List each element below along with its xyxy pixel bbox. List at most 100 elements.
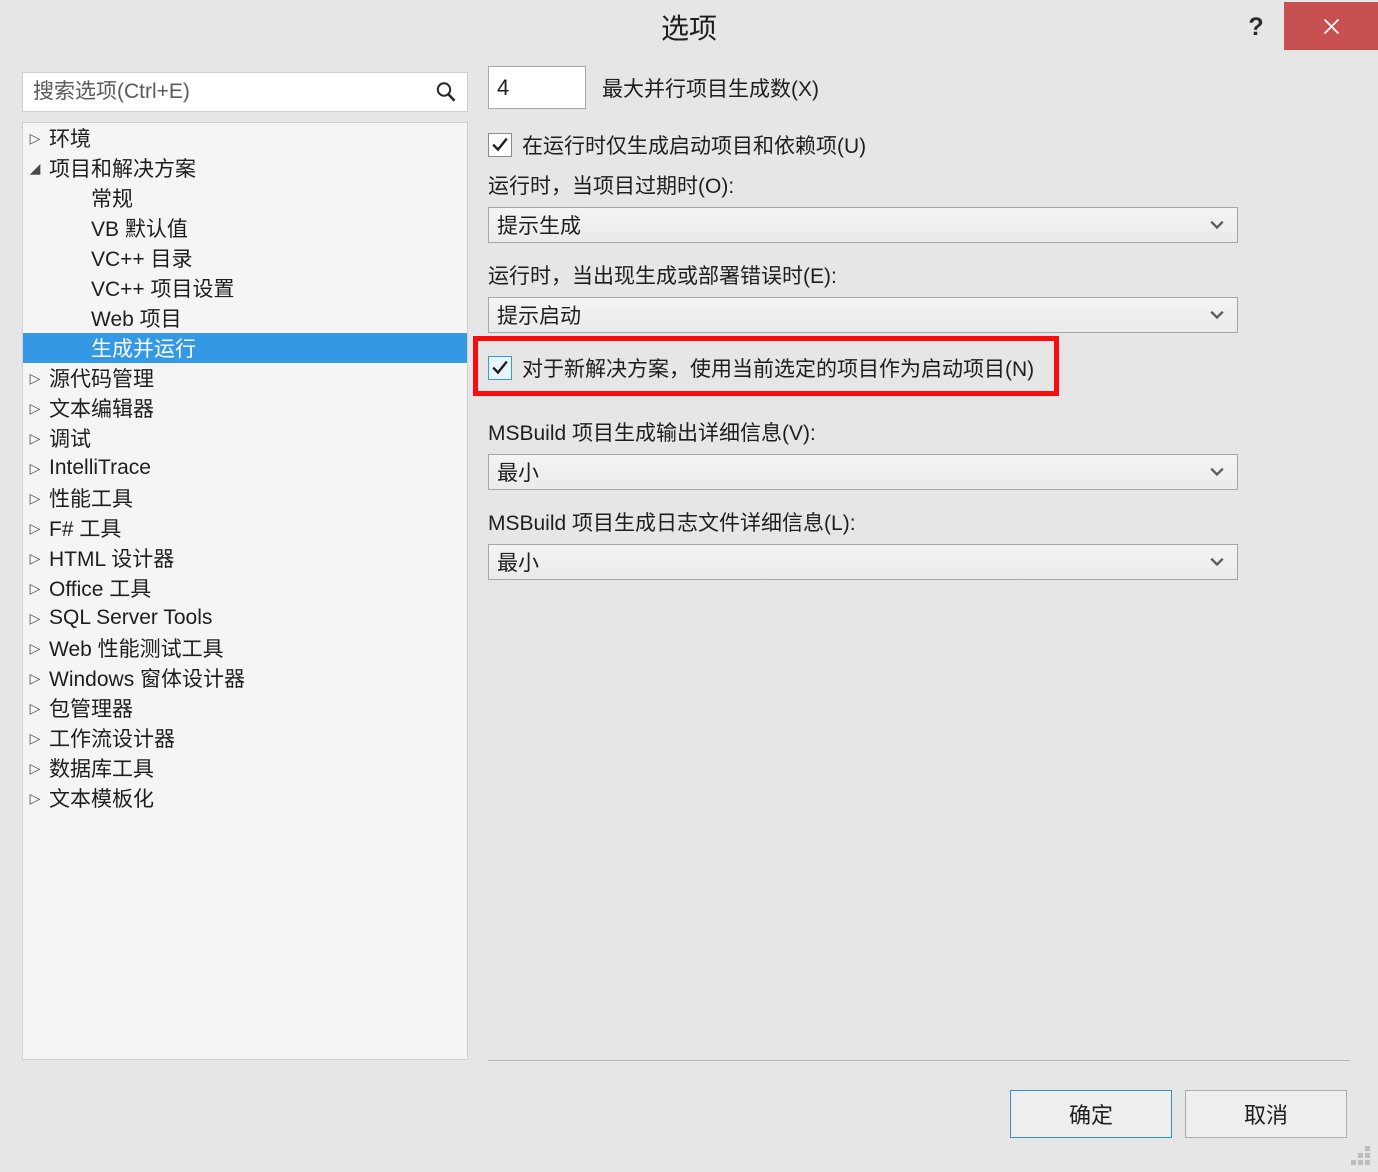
on-run-errors-group: 运行时，当出现生成或部署错误时(E): 提示启动 [488, 260, 1238, 333]
triangle-right-icon[interactable]: ▷ [23, 611, 47, 625]
resize-grip-icon[interactable] [1350, 1144, 1372, 1166]
close-button[interactable] [1284, 2, 1378, 50]
tree-item-label: VC++ 目录 [91, 248, 193, 271]
tree-item[interactable]: ▷ 工作流设计器 [23, 723, 467, 753]
triangle-right-icon[interactable]: ▷ [23, 551, 47, 565]
tree-item-label: 环境 [49, 128, 91, 151]
msbuild-output-verbosity-dropdown[interactable]: 最小 [488, 454, 1238, 490]
tree-item[interactable]: VB 默认值 [23, 213, 467, 243]
msbuild-log-verbosity-group: MSBuild 项目生成日志文件详细信息(L): 最小 [488, 507, 1238, 580]
msbuild-log-verbosity-value: 最小 [497, 552, 539, 575]
tree-item-label: 常规 [91, 188, 133, 211]
tree-item[interactable]: ▷ F# 工具 [23, 513, 467, 543]
triangle-right-icon[interactable]: ▷ [23, 671, 47, 685]
triangle-down-icon[interactable]: ◢ [23, 161, 47, 175]
new-solution-startup-checkbox-row[interactable]: 对于新解决方案，使用当前选定的项目作为启动项目(N) [488, 353, 1034, 383]
tree-item[interactable]: ▷ Web 性能测试工具 [23, 633, 467, 663]
new-solution-startup-checkbox[interactable] [488, 356, 512, 380]
checkmark-icon [492, 137, 508, 152]
only-build-startup-checkbox[interactable] [488, 133, 512, 157]
triangle-right-icon[interactable]: ▷ [23, 461, 47, 475]
tree-item[interactable]: 生成并运行 [23, 333, 467, 363]
tree-item[interactable]: ▷ Office 工具 [23, 573, 467, 603]
tree-item-label: Office 工具 [49, 578, 152, 601]
triangle-right-icon[interactable]: ▷ [23, 131, 47, 145]
tree-item-label: 源代码管理 [49, 368, 154, 391]
options-detail-pane: 最大并行项目生成数(X) 在运行时仅生成启动项目和依赖项(U) 运行时，当项目过… [488, 66, 1350, 1060]
tree-item[interactable]: ▷ 文本模板化 [23, 783, 467, 813]
msbuild-log-verbosity-label: MSBuild 项目生成日志文件详细信息(L): [488, 512, 856, 535]
tree-item-label: Windows 窗体设计器 [49, 668, 246, 691]
tree-item[interactable]: VC++ 目录 [23, 243, 467, 273]
tree-item-label: 工作流设计器 [49, 728, 175, 751]
on-run-outdated-dropdown[interactable]: 提示生成 [488, 207, 1238, 243]
chevron-down-icon[interactable] [1197, 455, 1237, 489]
tree-item[interactable]: ▷ 源代码管理 [23, 363, 467, 393]
chevron-down-icon[interactable] [1197, 298, 1237, 332]
help-button[interactable]: ? [1233, 4, 1279, 50]
on-run-errors-dropdown[interactable]: 提示启动 [488, 297, 1238, 333]
triangle-right-icon[interactable]: ▷ [23, 641, 47, 655]
tree-item[interactable]: ▷ Windows 窗体设计器 [23, 663, 467, 693]
window-title: 选项 [660, 13, 717, 44]
tree-item[interactable]: ▷ 环境 [23, 123, 467, 153]
tree-item[interactable]: ▷ SQL Server Tools [23, 603, 467, 633]
triangle-right-icon[interactable]: ▷ [23, 761, 47, 775]
footer-separator [488, 1060, 1350, 1061]
tree-item-label: 生成并运行 [91, 338, 196, 361]
tree-item-label: 数据库工具 [49, 758, 154, 781]
chevron-down-icon[interactable] [1197, 545, 1237, 579]
triangle-right-icon[interactable]: ▷ [23, 701, 47, 715]
tree-item-label: IntelliTrace [49, 456, 151, 479]
max-parallel-builds-label: 最大并行项目生成数(X) [602, 77, 819, 101]
tree-item[interactable]: 常规 [23, 183, 467, 213]
search-input[interactable] [23, 73, 425, 111]
tree-item-label: SQL Server Tools [49, 606, 213, 629]
tree-item[interactable]: ▷ 数据库工具 [23, 753, 467, 783]
tree-item[interactable]: Web 项目 [23, 303, 467, 333]
only-build-startup-label: 在运行时仅生成启动项目和依赖项(U) [522, 135, 867, 158]
max-parallel-builds-input[interactable] [488, 66, 586, 109]
msbuild-output-verbosity-group: MSBuild 项目生成输出详细信息(V): 最小 [488, 417, 1238, 490]
on-run-errors-label: 运行时，当出现生成或部署错误时(E): [488, 265, 837, 288]
on-run-outdated-value: 提示生成 [497, 215, 581, 238]
triangle-right-icon[interactable]: ▷ [23, 731, 47, 745]
only-build-startup-checkbox-row[interactable]: 在运行时仅生成启动项目和依赖项(U) [488, 130, 866, 160]
tree-item-label: 性能工具 [49, 488, 133, 511]
search-icon[interactable] [425, 73, 467, 111]
tree-item-label: VB 默认值 [91, 218, 188, 241]
on-run-outdated-group: 运行时，当项目过期时(O): 提示生成 [488, 170, 1238, 243]
triangle-right-icon[interactable]: ▷ [23, 791, 47, 805]
options-category-tree[interactable]: ▷ 环境 ◢ 项目和解决方案 常规 VB 默认值 VC++ 目录 VC++ 项目设置 Web 项… [22, 122, 468, 1060]
question-mark-icon: ? [1248, 12, 1264, 41]
chevron-down-icon[interactable] [1197, 208, 1237, 242]
tree-item[interactable]: ▷ IntelliTrace [23, 453, 467, 483]
ok-button[interactable]: 确定 [1010, 1090, 1172, 1138]
checkmark-icon [492, 360, 508, 375]
tree-item[interactable]: ▷ 包管理器 [23, 693, 467, 723]
msbuild-log-verbosity-dropdown[interactable]: 最小 [488, 544, 1238, 580]
max-parallel-builds-row: 最大并行项目生成数(X) [488, 66, 819, 109]
tree-item[interactable]: ▷ 调试 [23, 423, 467, 453]
tree-item[interactable]: ▷ HTML 设计器 [23, 543, 467, 573]
triangle-right-icon[interactable]: ▷ [23, 491, 47, 505]
tree-item[interactable]: ◢ 项目和解决方案 [23, 153, 467, 183]
tree-item[interactable]: VC++ 项目设置 [23, 273, 467, 303]
triangle-right-icon[interactable]: ▷ [23, 401, 47, 415]
tree-item-label: 调试 [49, 428, 91, 451]
tree-item-label: 文本模板化 [49, 788, 154, 811]
triangle-right-icon[interactable]: ▷ [23, 371, 47, 385]
tree-item[interactable]: ▷ 文本编辑器 [23, 393, 467, 423]
triangle-right-icon[interactable]: ▷ [23, 431, 47, 445]
tree-item-label: 文本编辑器 [49, 398, 154, 421]
triangle-right-icon[interactable]: ▷ [23, 521, 47, 535]
tree-item-label: 项目和解决方案 [49, 158, 196, 181]
search-box[interactable] [22, 72, 468, 112]
new-solution-startup-label: 对于新解决方案，使用当前选定的项目作为启动项目(N) [522, 358, 1035, 381]
tree-item[interactable]: ▷ 性能工具 [23, 483, 467, 513]
triangle-right-icon[interactable]: ▷ [23, 581, 47, 595]
close-x-icon [1323, 18, 1339, 34]
cancel-button[interactable]: 取消 [1185, 1090, 1347, 1138]
tree-item-label: F# 工具 [49, 518, 122, 541]
tree-item-label: 包管理器 [49, 698, 133, 721]
